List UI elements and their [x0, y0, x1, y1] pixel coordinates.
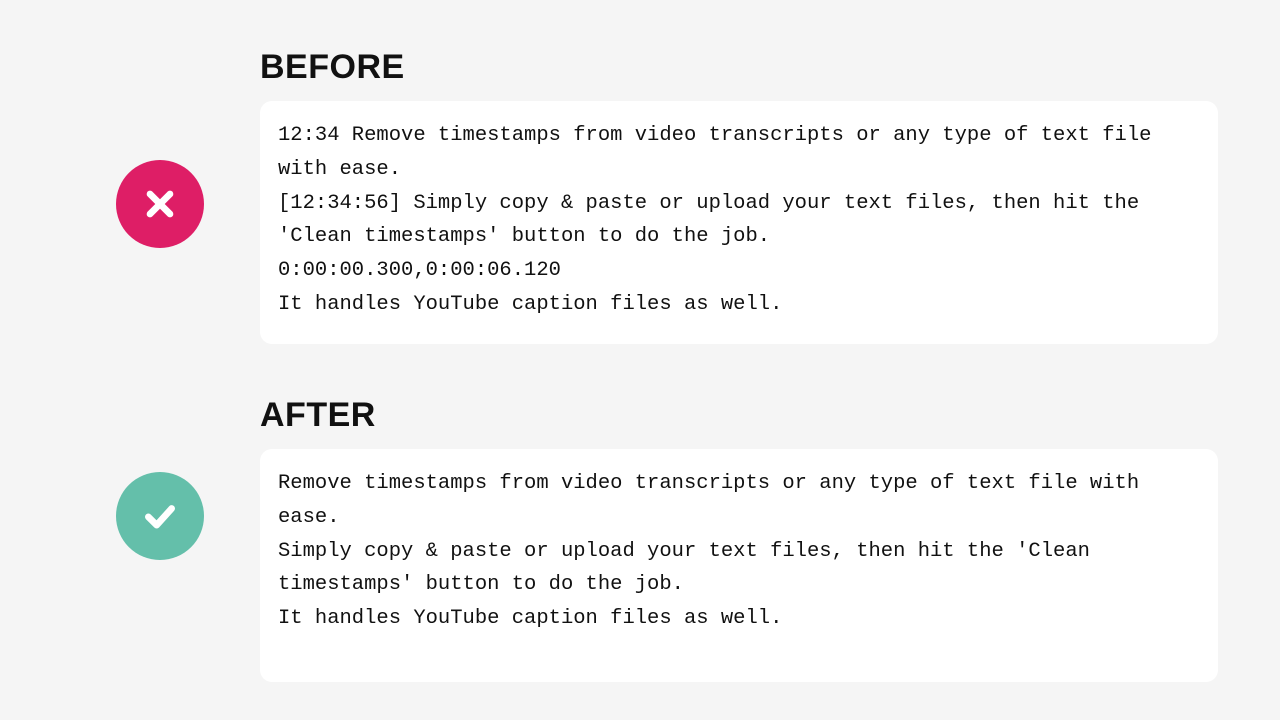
before-line: 12:34 Remove timestamps from video trans…: [278, 119, 1200, 187]
before-row: BEFORE 12:34 Remove timestamps from vide…: [60, 40, 1220, 344]
error-circle: [116, 160, 204, 248]
after-line: Simply copy & paste or upload your text …: [278, 535, 1200, 603]
before-line: [12:34:56] Simply copy & paste or upload…: [278, 187, 1200, 255]
before-icon-column: [60, 40, 260, 248]
before-line: It handles YouTube caption files as well…: [278, 288, 1200, 322]
after-line: It handles YouTube caption files as well…: [278, 602, 1200, 636]
after-line: Remove timestamps from video transcripts…: [278, 467, 1200, 535]
before-content: BEFORE 12:34 Remove timestamps from vide…: [260, 40, 1220, 344]
after-icon-column: [60, 372, 260, 560]
success-circle: [116, 472, 204, 560]
after-content: AFTER Remove timestamps from video trans…: [260, 372, 1220, 682]
check-icon: [140, 496, 180, 536]
before-card: 12:34 Remove timestamps from video trans…: [260, 101, 1218, 344]
before-line: 0:00:00.300,0:00:06.120: [278, 254, 1200, 288]
x-icon: [140, 184, 180, 224]
after-row: AFTER Remove timestamps from video trans…: [60, 372, 1220, 682]
before-heading: BEFORE: [260, 48, 1220, 87]
after-card: Remove timestamps from video transcripts…: [260, 449, 1218, 682]
after-heading: AFTER: [260, 396, 1220, 435]
